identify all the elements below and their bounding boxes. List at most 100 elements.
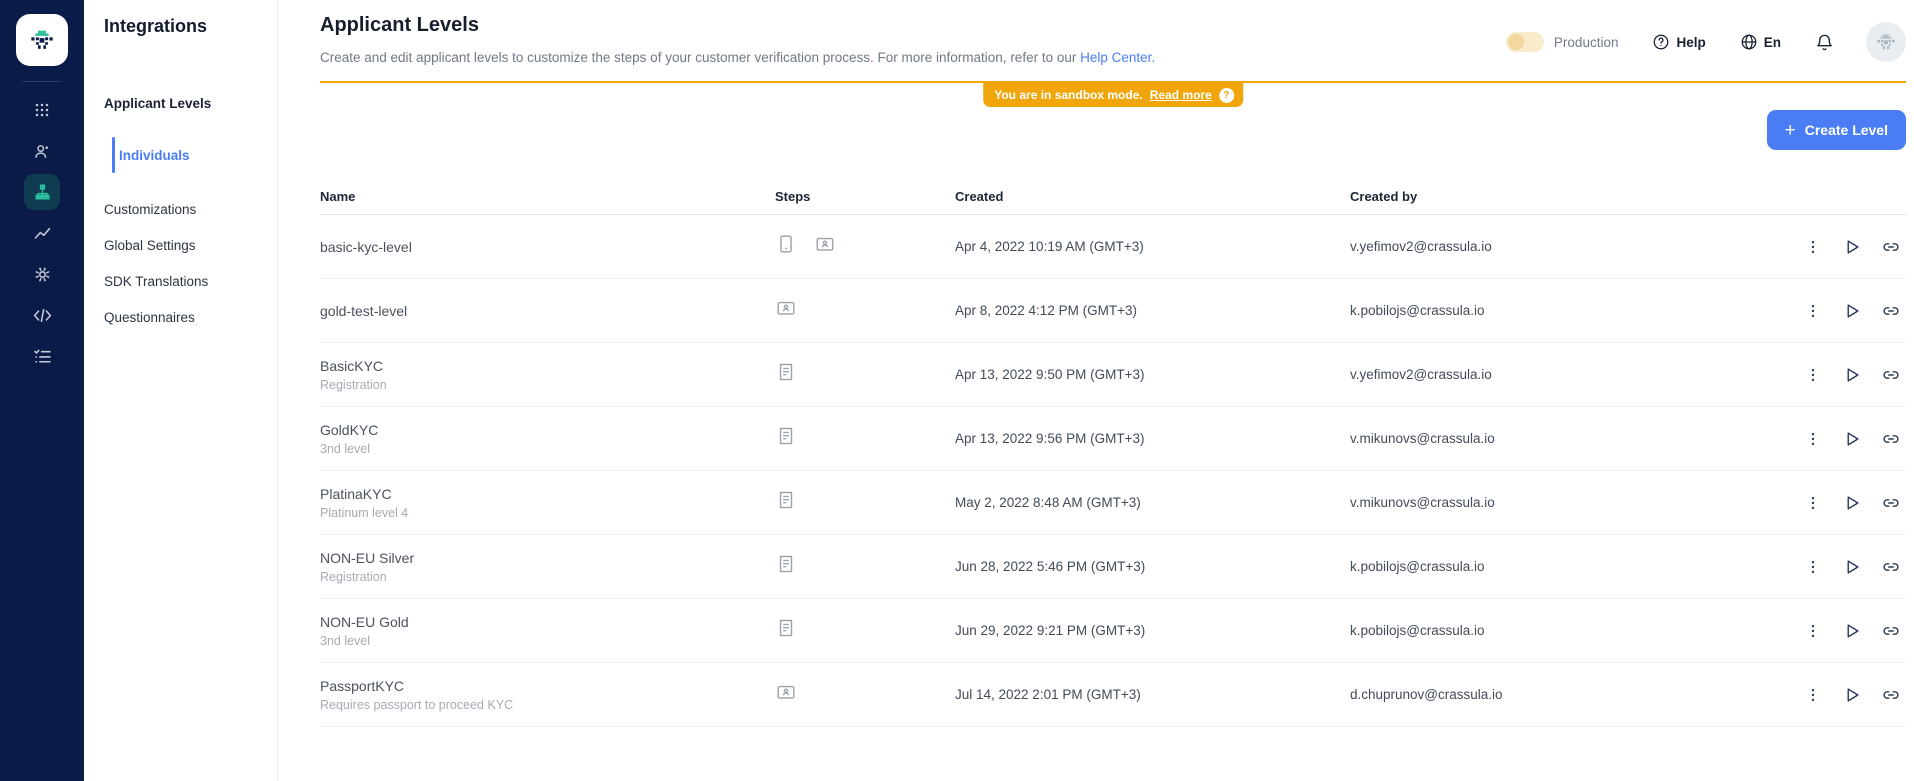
sidebar-item-individuals[interactable]: Individuals <box>84 133 277 177</box>
kebab-menu-icon[interactable] <box>1800 490 1826 516</box>
sidebar-item-sdk-translations[interactable]: SDK Translations <box>84 263 277 299</box>
language-label: En <box>1764 35 1781 50</box>
help-circle-icon <box>1652 33 1670 51</box>
column-header-created: Created <box>955 189 1350 204</box>
level-name-cell: PassportKYC Requires passport to proceed… <box>320 678 775 712</box>
copy-link-icon[interactable] <box>1878 554 1904 580</box>
steps-cell <box>775 297 955 324</box>
kebab-menu-icon[interactable] <box>1800 618 1826 644</box>
production-toggle[interactable] <box>1506 32 1544 52</box>
create-level-button[interactable]: + Create Level <box>1767 110 1906 150</box>
copy-link-icon[interactable] <box>1878 682 1904 708</box>
sidebar-item-customizations[interactable]: Customizations <box>84 191 277 227</box>
table-row: PassportKYC Requires passport to proceed… <box>320 663 1906 727</box>
steps-cell <box>775 425 955 452</box>
copy-link-icon[interactable] <box>1878 298 1904 324</box>
column-header-steps: Steps <box>775 189 955 204</box>
run-level-icon[interactable] <box>1839 426 1865 452</box>
created-by-cell: k.pobilojs@crassula.io <box>1350 623 1740 638</box>
created-cell: May 2, 2022 8:48 AM (GMT+3) <box>955 495 1350 510</box>
created-by-cell: v.mikunovs@crassula.io <box>1350 495 1740 510</box>
rail-apps-grid-icon[interactable] <box>24 92 60 128</box>
kebab-menu-icon[interactable] <box>1800 426 1826 452</box>
table-row: NON-EU Silver Registration Jun 28, 2022 … <box>320 535 1906 599</box>
table-row: GoldKYC 3nd level Apr 13, 2022 9:56 PM (… <box>320 407 1906 471</box>
rail-analytics-icon[interactable] <box>24 215 60 251</box>
copy-link-icon[interactable] <box>1878 490 1904 516</box>
created-by-cell: v.yefimov2@crassula.io <box>1350 367 1740 382</box>
bell-icon <box>1815 33 1834 52</box>
app-window: Integrations Applicant Levels Individual… <box>0 0 1914 781</box>
rail-users-icon[interactable] <box>24 133 60 169</box>
language-selector[interactable]: En <box>1740 33 1781 51</box>
integrations-sidebar: Integrations Applicant Levels Individual… <box>84 0 278 781</box>
rail-checklist-icon[interactable] <box>24 338 60 374</box>
copy-link-icon[interactable] <box>1878 618 1904 644</box>
created-by-cell: d.chuprunov@crassula.io <box>1350 687 1740 702</box>
run-level-icon[interactable] <box>1839 362 1865 388</box>
brand-logo[interactable] <box>16 14 68 66</box>
rail-settings-gear-icon[interactable] <box>24 256 60 292</box>
kebab-menu-icon[interactable] <box>1800 682 1826 708</box>
identity-document-icon <box>814 233 836 260</box>
table-row: BasicKYC Registration Apr 13, 2022 9:50 … <box>320 343 1906 407</box>
level-subtitle: Registration <box>320 570 775 584</box>
level-name: gold-test-level <box>320 303 775 319</box>
questionnaire-icon <box>775 553 797 580</box>
level-name: BasicKYC <box>320 358 775 374</box>
help-button[interactable]: Help <box>1652 33 1705 51</box>
kebab-menu-icon[interactable] <box>1800 554 1826 580</box>
level-name-cell: GoldKYC 3nd level <box>320 422 775 456</box>
read-more-link[interactable]: Read more <box>1150 88 1212 102</box>
row-actions <box>1740 234 1906 260</box>
copy-link-icon[interactable] <box>1878 426 1904 452</box>
level-name: NON-EU Silver <box>320 550 775 566</box>
steps-cell <box>775 233 955 260</box>
level-name-cell: basic-kyc-level <box>320 239 775 255</box>
created-cell: Apr 13, 2022 9:50 PM (GMT+3) <box>955 367 1350 382</box>
avatar[interactable] <box>1866 22 1906 62</box>
run-level-icon[interactable] <box>1839 298 1865 324</box>
table-body: basic-kyc-level Apr 4, 2022 10:19 AM (GM… <box>320 215 1906 727</box>
run-level-icon[interactable] <box>1839 682 1865 708</box>
created-cell: Apr 8, 2022 4:12 PM (GMT+3) <box>955 303 1350 318</box>
steps-cell <box>775 489 955 516</box>
kebab-menu-icon[interactable] <box>1800 234 1826 260</box>
rail-code-icon[interactable] <box>24 297 60 333</box>
rail-hierarchy-icon[interactable] <box>24 174 60 210</box>
run-level-icon[interactable] <box>1839 618 1865 644</box>
run-level-icon[interactable] <box>1839 234 1865 260</box>
sandbox-banner-text: You are in sandbox mode. <box>994 88 1142 102</box>
kebab-menu-icon[interactable] <box>1800 362 1826 388</box>
run-level-icon[interactable] <box>1839 490 1865 516</box>
level-subtitle: Platinum level 4 <box>320 506 775 520</box>
plus-icon: + <box>1785 121 1796 140</box>
sidebar-title: Integrations <box>84 0 277 37</box>
applicant-data-icon <box>775 233 797 260</box>
level-subtitle: Requires passport to proceed KYC <box>320 698 775 712</box>
created-by-cell: v.mikunovs@crassula.io <box>1350 431 1740 446</box>
level-name-cell: BasicKYC Registration <box>320 358 775 392</box>
notifications-button[interactable] <box>1815 33 1834 52</box>
column-header-name: Name <box>320 189 775 204</box>
sidebar-nav-list: Applicant Levels Individuals Customizati… <box>84 85 277 335</box>
steps-cell <box>775 617 955 644</box>
help-circle-icon[interactable]: ? <box>1219 88 1234 103</box>
table-header-row: Name Steps Created Created by <box>320 178 1906 215</box>
sidebar-item-applicant-levels[interactable]: Applicant Levels <box>84 85 277 121</box>
copy-link-icon[interactable] <box>1878 234 1904 260</box>
sidebar-item-global-settings[interactable]: Global Settings <box>84 227 277 263</box>
topbar: Production Help En <box>1506 22 1906 62</box>
kebab-menu-icon[interactable] <box>1800 298 1826 324</box>
run-level-icon[interactable] <box>1839 554 1865 580</box>
help-center-link[interactable]: Help Center. <box>1080 50 1155 65</box>
level-name: NON-EU Gold <box>320 614 775 630</box>
copy-link-icon[interactable] <box>1878 362 1904 388</box>
icon-rail <box>0 0 84 781</box>
column-header-created-by: Created by <box>1350 189 1740 204</box>
questionnaire-icon <box>775 617 797 644</box>
sidebar-item-questionnaires[interactable]: Questionnaires <box>84 299 277 335</box>
level-name-cell: gold-test-level <box>320 303 775 319</box>
levels-table: Name Steps Created Created by basic-kyc-… <box>320 178 1906 727</box>
create-level-label: Create Level <box>1805 122 1888 138</box>
